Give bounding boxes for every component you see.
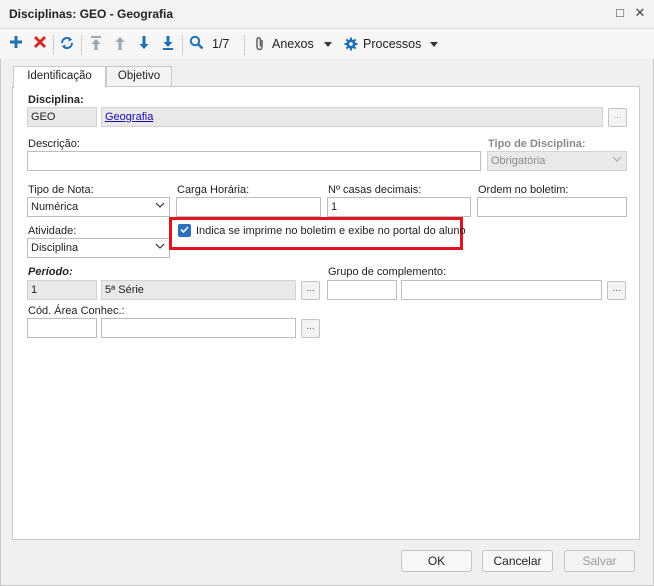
ok-button[interactable]: OK [401, 550, 472, 572]
disciplina-name-field: Geografia [101, 107, 603, 127]
toolbar-separator [81, 35, 82, 55]
cod-area-code-field[interactable] [27, 318, 97, 338]
tipo-disciplina-label: Tipo de Disciplina: [488, 138, 586, 150]
carga-horaria-label: Carga Horária: [177, 184, 250, 196]
casas-decimais-label: Nº casas decimais: [328, 184, 422, 196]
periodo-name-field: 5ª Série [101, 280, 296, 300]
cancel-button[interactable]: Cancelar [482, 550, 553, 572]
chevron-down-icon [155, 240, 165, 255]
tipo-nota-value: Numérica [31, 201, 79, 213]
imprime-boletim-checkbox[interactable] [178, 224, 191, 237]
processos-label: Processos [363, 37, 422, 51]
toolbar-separator [53, 35, 54, 55]
chevron-down-icon [430, 39, 438, 51]
grupo-lookup-button[interactable]: ... [607, 281, 626, 300]
toolbar: 1/7 Anexos Processos [0, 29, 654, 59]
cod-area-name-field [101, 318, 296, 338]
next-record-icon[interactable] [135, 35, 153, 53]
periodo-label: Período: [28, 266, 73, 278]
anexos-label: Anexos [272, 37, 314, 51]
carga-horaria-field[interactable] [176, 197, 321, 217]
casas-decimais-field[interactable]: 1 [327, 197, 471, 217]
periodo-code-field[interactable]: 1 [27, 280, 97, 300]
processos-menu-button[interactable]: Processos [342, 29, 442, 59]
tipo-disciplina-value: Obrigatória [491, 155, 546, 167]
disciplina-code-field: GEO [27, 107, 97, 127]
toolbar-separator [244, 35, 245, 55]
paperclip-icon [254, 36, 266, 55]
grupo-complemento-label: Grupo de complemento: [328, 266, 447, 278]
refresh-icon[interactable] [58, 35, 76, 53]
previous-record-icon[interactable] [111, 35, 129, 53]
save-button[interactable]: Salvar [564, 550, 635, 572]
atividade-select[interactable]: Disciplina [27, 238, 170, 258]
last-record-icon[interactable] [159, 35, 177, 53]
tipo-nota-label: Tipo de Nota: [28, 184, 94, 196]
plus-icon[interactable] [7, 35, 25, 53]
grupo-code-field[interactable] [327, 280, 397, 300]
disciplina-lookup-button[interactable]: ... [608, 108, 627, 127]
atividade-value: Disciplina [31, 242, 79, 254]
tab-identificacao[interactable]: Identificação [13, 66, 106, 88]
ordem-boletim-field[interactable] [477, 197, 627, 217]
search-icon[interactable] [187, 35, 205, 53]
imprime-boletim-label[interactable]: Indica se imprime no boletim e exibe no … [196, 225, 466, 237]
grupo-name-field [401, 280, 602, 300]
descricao-field[interactable] [27, 151, 481, 171]
cod-area-lookup-button[interactable]: ... [301, 319, 320, 338]
chevron-down-icon [155, 199, 165, 214]
maximize-icon[interactable]: □ [612, 5, 628, 21]
anexos-menu-button[interactable]: Anexos [252, 29, 334, 59]
close-icon[interactable]: ✕ [632, 5, 648, 21]
delete-icon[interactable] [31, 35, 49, 53]
disciplina-label: Disciplina: [28, 94, 84, 106]
first-record-icon[interactable] [87, 35, 105, 53]
tipo-disciplina-select: Obrigatória [487, 151, 627, 171]
title-bar: Disciplinas: GEO - Geografia □ ✕ [0, 0, 654, 29]
ordem-boletim-label: Ordem no boletim: [478, 184, 569, 196]
window-title: Disciplinas: GEO - Geografia [9, 7, 174, 21]
disciplina-name-link[interactable]: Geografia [105, 111, 153, 123]
descricao-label: Descrição: [28, 138, 80, 150]
periodo-lookup-button[interactable]: ... [301, 281, 320, 300]
atividade-label: Atividade: [28, 225, 77, 237]
toolbar-separator [182, 35, 183, 55]
chevron-down-icon [324, 39, 332, 51]
tab-objetivo[interactable]: Objetivo [106, 66, 172, 87]
chevron-down-icon [612, 153, 622, 168]
record-position: 1/7 [212, 37, 230, 51]
gear-icon [344, 37, 358, 54]
tipo-nota-select[interactable]: Numérica [27, 197, 170, 217]
cod-area-label: Cód. Área Conhec.: [28, 305, 125, 317]
